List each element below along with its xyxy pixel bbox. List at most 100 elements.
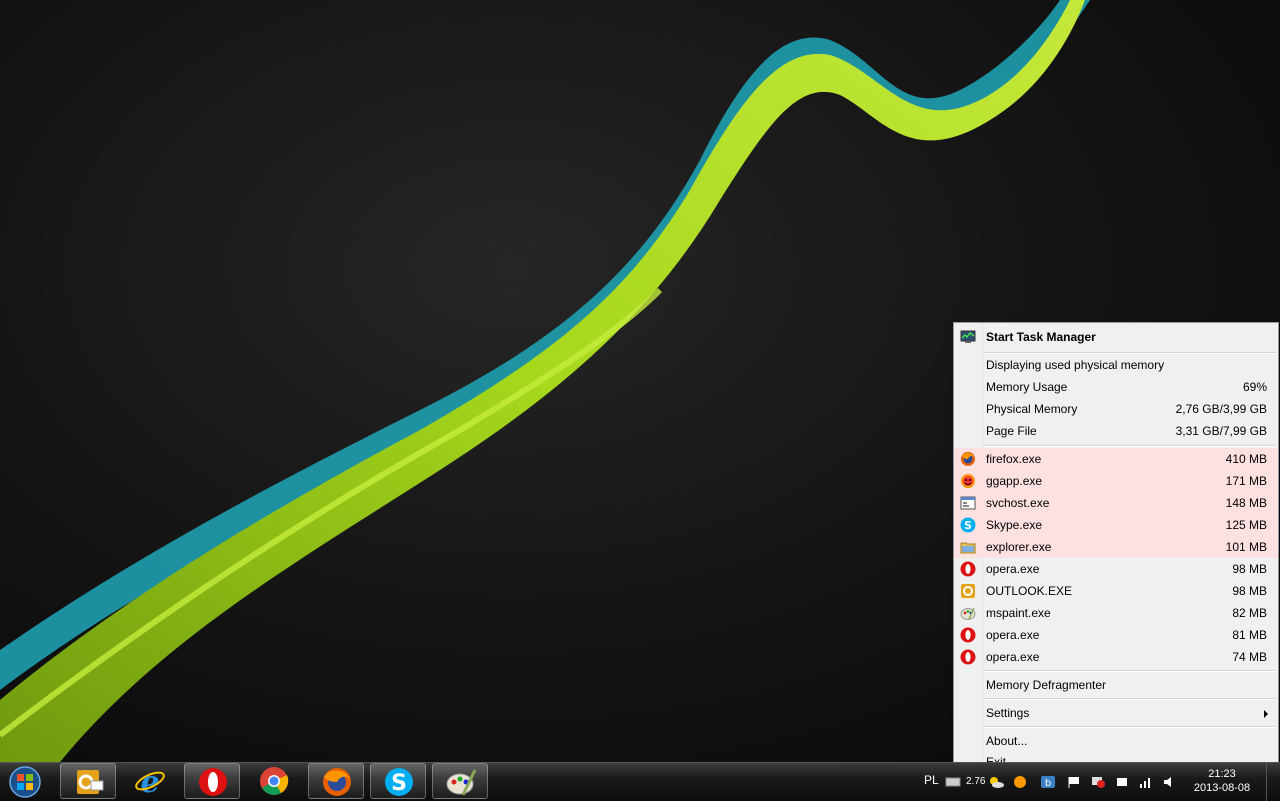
physical-memory-label: Physical Memory bbox=[986, 402, 1078, 416]
opera-icon bbox=[960, 649, 976, 665]
process-item[interactable]: firefox.exe 410 MB bbox=[954, 448, 1278, 470]
show-desktop-button[interactable] bbox=[1266, 763, 1280, 801]
clock-date: 2013-08-08 bbox=[1193, 782, 1251, 794]
process-name: svchost.exe bbox=[986, 496, 1050, 510]
firefox-icon bbox=[323, 768, 351, 796]
volume-icon[interactable] bbox=[1162, 775, 1178, 789]
memory-info-title[interactable]: Displaying used physical memory bbox=[954, 354, 1278, 376]
process-item[interactable]: explorer.exe 101 MB bbox=[954, 536, 1278, 558]
skype-icon: S bbox=[960, 517, 976, 533]
process-memory: 81 MB bbox=[1232, 628, 1267, 642]
process-name: Skype.exe bbox=[986, 518, 1043, 532]
process-memory: 74 MB bbox=[1232, 650, 1267, 664]
internet-explorer-icon: e bbox=[135, 766, 165, 796]
clock-time: 21:23 bbox=[1208, 768, 1236, 780]
memory-tray-value[interactable]: 2.76 bbox=[966, 776, 985, 787]
process-name: ggapp.exe bbox=[986, 474, 1043, 488]
process-name: explorer.exe bbox=[986, 540, 1052, 554]
about-item[interactable]: About... bbox=[954, 730, 1278, 752]
opera-icon bbox=[960, 561, 976, 577]
keyboard-icon[interactable] bbox=[945, 775, 961, 789]
svg-text:b: b bbox=[1045, 778, 1051, 789]
outlook-icon bbox=[961, 584, 975, 598]
window-icon bbox=[960, 496, 976, 510]
memory-usage-label: Memory Usage bbox=[986, 380, 1068, 394]
memory-info-title-label: Displaying used physical memory bbox=[986, 358, 1165, 372]
network-icon[interactable] bbox=[1138, 775, 1154, 789]
process-name: opera.exe bbox=[986, 650, 1040, 664]
process-name: mspaint.exe bbox=[986, 606, 1051, 620]
start-task-manager-label: Start Task Manager bbox=[986, 330, 1096, 344]
paint-icon bbox=[446, 769, 477, 796]
svg-text:e: e bbox=[140, 766, 159, 796]
process-memory: 148 MB bbox=[1225, 496, 1267, 510]
menu-separator bbox=[984, 445, 1276, 447]
process-memory: 98 MB bbox=[1232, 562, 1267, 576]
process-memory: 410 MB bbox=[1225, 452, 1267, 466]
process-item[interactable]: opera.exe 74 MB bbox=[954, 646, 1278, 668]
taskbar-opera-button[interactable] bbox=[184, 763, 240, 799]
process-name: opera.exe bbox=[986, 562, 1040, 576]
taskbar-ie-button[interactable]: e bbox=[122, 763, 178, 799]
process-name: opera.exe bbox=[986, 628, 1040, 642]
gg-sun-icon bbox=[961, 474, 975, 488]
folder-icon bbox=[960, 542, 976, 554]
paint-icon bbox=[960, 607, 976, 620]
task-manager-icon bbox=[960, 330, 976, 343]
taskbar-skype-button[interactable]: S bbox=[370, 763, 426, 799]
opera-icon bbox=[960, 627, 976, 643]
bing-tray-icon[interactable]: b bbox=[1040, 775, 1056, 789]
skype-icon: S bbox=[385, 768, 413, 796]
menu-separator bbox=[984, 670, 1276, 672]
settings-label: Settings bbox=[986, 706, 1030, 720]
process-item[interactable]: mspaint.exe 82 MB bbox=[954, 602, 1278, 624]
menu-separator bbox=[984, 698, 1276, 700]
process-memory: 98 MB bbox=[1232, 584, 1267, 598]
firefox-icon bbox=[961, 452, 975, 466]
process-memory: 171 MB bbox=[1225, 474, 1267, 488]
physical-memory-row[interactable]: Physical Memory 2,76 GB/3,99 GB bbox=[954, 398, 1278, 420]
taskbar-clock[interactable]: 21:23 2013-08-08 bbox=[1190, 767, 1254, 795]
start-button[interactable] bbox=[4, 765, 46, 799]
opera-icon bbox=[199, 768, 227, 796]
taskbar-paint-button[interactable] bbox=[432, 763, 488, 799]
tray-context-menu: Start Task Manager Displaying used physi… bbox=[953, 322, 1279, 772]
device-icon[interactable] bbox=[1114, 775, 1130, 789]
svg-text:S: S bbox=[391, 771, 407, 796]
process-item[interactable]: ggapp.exe 171 MB bbox=[954, 470, 1278, 492]
svg-text:S: S bbox=[964, 519, 972, 532]
memory-usage-value: 69% bbox=[1242, 380, 1267, 394]
process-item[interactable]: svchost.exe 148 MB bbox=[954, 492, 1278, 514]
process-item[interactable]: OUTLOOK.EXE 98 MB bbox=[954, 580, 1278, 602]
memory-usage-row[interactable]: Memory Usage 69% bbox=[954, 376, 1278, 398]
process-item[interactable]: opera.exe 81 MB bbox=[954, 624, 1278, 646]
process-memory: 101 MB bbox=[1225, 540, 1267, 554]
process-item[interactable]: opera.exe 98 MB bbox=[954, 558, 1278, 580]
process-name: firefox.exe bbox=[986, 452, 1042, 466]
process-memory: 125 MB bbox=[1225, 518, 1267, 532]
warning-icon[interactable] bbox=[1090, 775, 1106, 789]
gg-tray-icon[interactable] bbox=[1012, 775, 1028, 789]
physical-memory-value: 2,76 GB/3,99 GB bbox=[1175, 402, 1267, 416]
menu-separator bbox=[984, 726, 1276, 728]
process-name: OUTLOOK.EXE bbox=[986, 584, 1073, 598]
outlook-icon bbox=[77, 770, 104, 794]
submenu-arrow-icon bbox=[1264, 710, 1268, 718]
page-file-value: 3,31 GB/7,99 GB bbox=[1175, 424, 1267, 438]
taskbar-chrome-button[interactable] bbox=[246, 763, 302, 799]
weather-icon[interactable] bbox=[988, 775, 1004, 789]
flag-icon[interactable] bbox=[1066, 775, 1082, 789]
process-memory: 82 MB bbox=[1232, 606, 1267, 620]
taskbar-outlook-button[interactable] bbox=[60, 763, 116, 799]
settings-item[interactable]: Settings bbox=[954, 702, 1278, 724]
page-file-row[interactable]: Page File 3,31 GB/7,99 GB bbox=[954, 420, 1278, 442]
taskbar-firefox-button[interactable] bbox=[308, 763, 364, 799]
page-file-label: Page File bbox=[986, 424, 1037, 438]
language-indicator[interactable]: PL bbox=[924, 773, 939, 787]
about-label: About... bbox=[986, 734, 1028, 748]
chrome-icon bbox=[260, 767, 289, 795]
start-task-manager-item[interactable]: Start Task Manager bbox=[954, 326, 1278, 348]
process-item[interactable]: S Skype.exe 125 MB bbox=[954, 514, 1278, 536]
memory-defragmenter-item[interactable]: Memory Defragmenter bbox=[954, 674, 1278, 696]
memory-defragmenter-label: Memory Defragmenter bbox=[986, 678, 1107, 692]
